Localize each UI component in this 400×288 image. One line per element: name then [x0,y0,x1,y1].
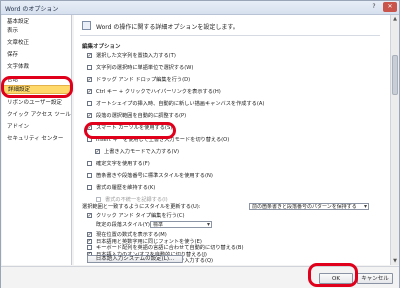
paste-style-select[interactable]: 前の箇条書きと段落番号のパターンを保持する [249,203,369,210]
sidebar-item-ribbon[interactable]: リボンのユーザー設定 [2,99,71,108]
sidebar-item-display[interactable]: 表示 [2,27,71,36]
checkbox [96,197,101,202]
scroll-thumb[interactable] [392,55,398,95]
default-para-style-text: 既定の段落スタイル(Y): [96,222,152,228]
checkbox[interactable] [87,173,92,178]
checkbox[interactable] [87,76,92,84]
cancel-button[interactable]: キャンセル [357,273,393,284]
sidebar: 基本設定 表示 文章校正 保存 文字体裁 言語 詳細設定 リボンのユーザー設定 … [2,15,72,265]
sidebar-item-quick-access[interactable]: クイック アクセス ツール バー [2,111,71,120]
option-label: 上書き入力モードで入力する(V) [104,149,180,155]
sidebar-item-save[interactable]: 保存 [2,51,71,60]
dialog-footer: OK キャンセル [1,266,399,288]
ok-button[interactable]: OK [319,273,353,284]
checkbox[interactable] [87,212,92,220]
default-para-style-select[interactable]: 標準 [150,221,212,228]
sidebar-item-general[interactable]: 基本設定 [2,18,71,27]
checkbox[interactable] [87,185,92,190]
scroll-down-icon[interactable]: ▼ [391,257,399,265]
checkbox[interactable] [87,161,92,166]
checkbox[interactable] [87,137,92,142]
scroll-up-icon[interactable]: ▲ [391,15,399,23]
option-label: Ctrl キー + クリックでハイパーリンクを表示する(H) [96,89,221,95]
checkbox[interactable] [87,65,92,70]
sidebar-item-language[interactable]: 言語 [2,76,71,85]
checkbox[interactable] [87,112,92,120]
divider [80,35,380,36]
options-pane: Word の操作に関する詳細オプションを設定します。 編集オプション 選択した文… [74,15,390,265]
help-icon[interactable]: ? [367,2,381,12]
option-label: スマート カーソルを使用する(S) [96,125,173,131]
option-label: 段落の選択範囲を自動的に調整する(P) [96,113,187,119]
checkbox[interactable] [87,237,92,245]
checkbox[interactable] [87,101,92,106]
window-title: Word のオプション [5,6,59,13]
section-title: 編集オプション [82,44,121,50]
option-label: クリック アンド タイプ編集を行う(C) [96,213,185,219]
checkbox[interactable] [87,88,92,96]
ime-settings-button[interactable]: 日本語入力システムの設定(L)... [87,255,183,263]
word-options-window: Word のオプション ? ✕ 基本設定 表示 文章校正 保存 文字体裁 言語 … [0,0,400,288]
scrollbar[interactable]: ▲ ▼ [390,15,399,265]
paste-style-text: 選択範囲と一致するようにスタイルを更新する(U): [82,204,201,210]
checkbox[interactable] [95,148,100,156]
option-label: Insert キーを使用して上書き入力モードを切り替える(O) [96,137,230,143]
option-label: ドラッグ アンド ドロップ編集を行う(D) [96,77,191,83]
sidebar-item-advanced[interactable]: 詳細設定 [2,85,71,94]
page-description: Word の操作に関する詳細オプションを設定します。 [96,24,239,31]
sidebar-item-addins[interactable]: アドイン [2,123,71,132]
sidebar-item-trust-center[interactable]: セキュリティ センター [2,135,71,144]
option-label: 選択した文字列を置換入力する(T) [96,53,176,59]
sidebar-item-typography[interactable]: 文字体裁 [2,63,71,72]
settings-icon [82,21,91,30]
checkbox[interactable] [87,124,92,132]
option-label: 文字列の選択時に単語単位で選択する(W) [96,65,194,71]
sidebar-item-proofing[interactable]: 文章校正 [2,39,71,48]
option-label: 確定文字を使用する(F) [96,161,150,167]
option-label: オートシェイプの挿入時、自動的に新しい描画キャンバスを作成する(A) [96,101,265,107]
option-label: 書式の履歴を維持する(K) [96,185,156,191]
checkbox[interactable] [87,52,92,60]
title-bar: Word のオプション ? ✕ [1,1,399,15]
option-label: 箇条書きや段落番号に標準スタイルを使用する(N) [96,173,213,179]
close-icon[interactable]: ✕ [383,2,397,12]
